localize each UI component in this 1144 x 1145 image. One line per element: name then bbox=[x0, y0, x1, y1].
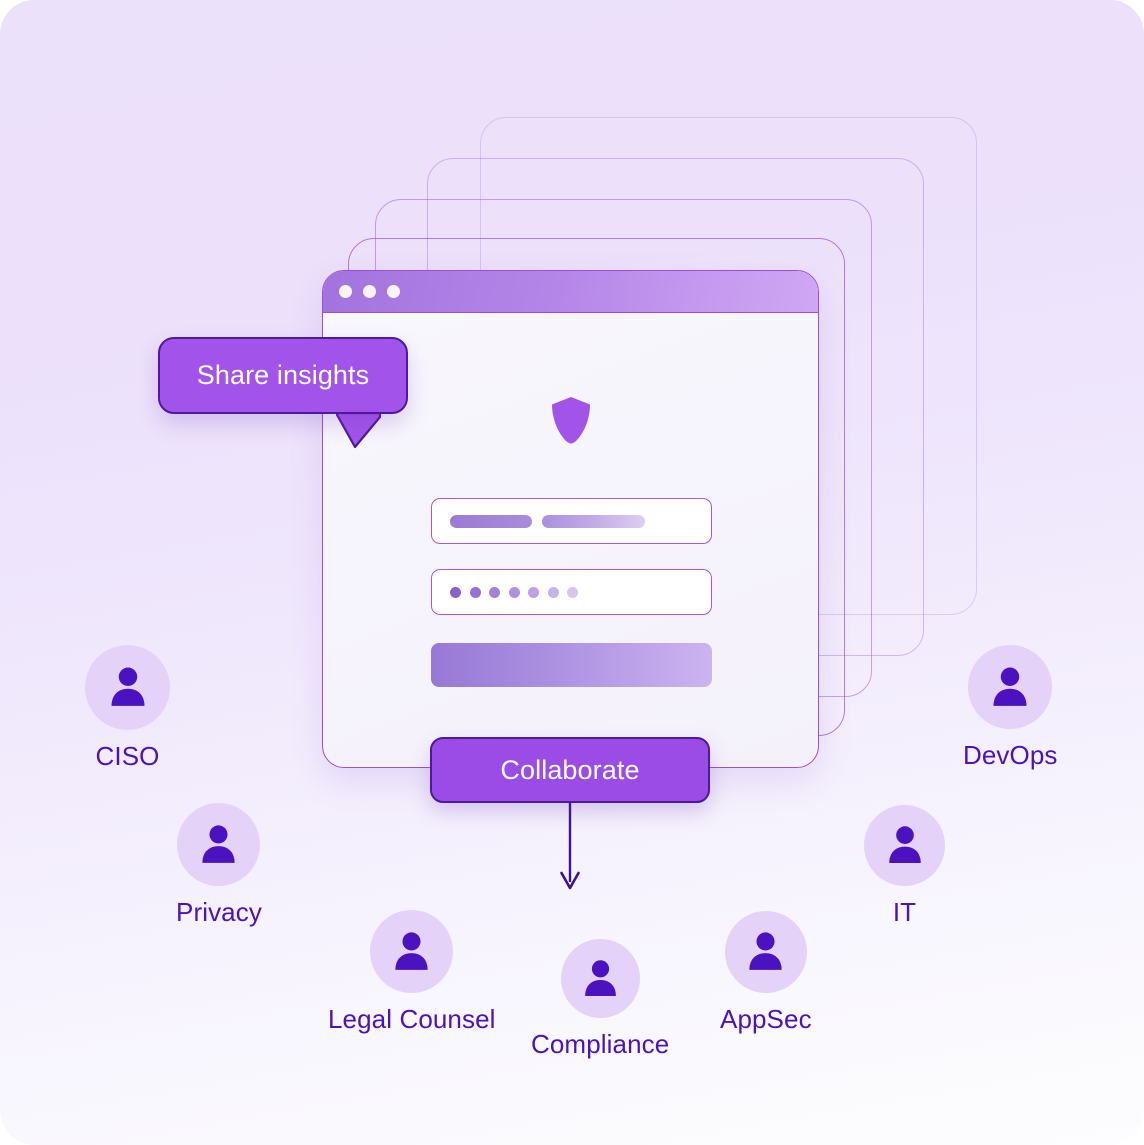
share-insights-label: Share insights bbox=[196, 360, 370, 390]
persona-compliance[interactable]: Compliance bbox=[531, 939, 669, 1060]
arrow-down-icon bbox=[548, 800, 592, 894]
password-dot bbox=[508, 586, 520, 598]
password-mask-dots bbox=[450, 586, 578, 598]
close-dot-icon[interactable] bbox=[339, 285, 352, 298]
persona-label: Compliance bbox=[531, 1029, 670, 1059]
collaborate-button[interactable]: Collaborate bbox=[430, 737, 710, 803]
persona-privacy[interactable]: Privacy bbox=[176, 803, 262, 928]
persona-label: CISO bbox=[95, 741, 160, 771]
persona-devops[interactable]: DevOps bbox=[963, 645, 1058, 771]
person-icon bbox=[988, 663, 1032, 712]
maximize-dot-icon[interactable] bbox=[387, 285, 400, 298]
avatar bbox=[560, 939, 640, 1018]
share-insights-callout[interactable]: Share insights bbox=[158, 337, 408, 414]
password-dot bbox=[489, 586, 500, 598]
person-icon bbox=[197, 821, 240, 869]
shield-icon bbox=[550, 396, 592, 444]
person-icon bbox=[390, 928, 433, 976]
avatar bbox=[85, 645, 170, 730]
person-icon bbox=[106, 663, 150, 712]
person-icon bbox=[580, 956, 621, 1002]
illustration-canvas: Share insights Collaborate CISO Privacy Le… bbox=[0, 0, 1144, 1145]
password-dot bbox=[567, 586, 578, 598]
password-dot bbox=[450, 586, 461, 598]
password-dot bbox=[547, 586, 559, 598]
username-field[interactable] bbox=[431, 498, 712, 544]
username-skeleton-segment-2 bbox=[542, 514, 645, 528]
persona-label: IT bbox=[892, 897, 917, 927]
speech-bubble-tail-icon bbox=[334, 411, 382, 449]
person-icon bbox=[884, 822, 926, 869]
password-dot bbox=[469, 586, 481, 598]
persona-label: Privacy bbox=[176, 897, 262, 927]
avatar bbox=[864, 805, 945, 886]
persona-it[interactable]: IT bbox=[864, 805, 945, 928]
avatar bbox=[177, 803, 261, 886]
avatar bbox=[724, 911, 807, 993]
avatar bbox=[968, 645, 1053, 729]
persona-label: AppSec bbox=[720, 1004, 812, 1034]
person-icon bbox=[744, 928, 787, 976]
collaborate-label: Collaborate bbox=[500, 754, 640, 785]
password-dot bbox=[528, 586, 539, 598]
avatar bbox=[370, 910, 454, 993]
persona-label: DevOps bbox=[963, 740, 1058, 770]
persona-legal-counsel[interactable]: Legal Counsel bbox=[328, 910, 496, 1035]
minimize-dot-icon[interactable] bbox=[363, 285, 376, 298]
username-skeleton-segment-1 bbox=[450, 514, 532, 528]
persona-label: Legal Counsel bbox=[328, 1004, 496, 1034]
persona-ciso[interactable]: CISO bbox=[85, 645, 170, 772]
login-submit-button[interactable] bbox=[431, 643, 712, 687]
password-field[interactable] bbox=[431, 569, 712, 615]
browser-titlebar bbox=[323, 271, 818, 313]
persona-appsec[interactable]: AppSec bbox=[720, 911, 812, 1035]
